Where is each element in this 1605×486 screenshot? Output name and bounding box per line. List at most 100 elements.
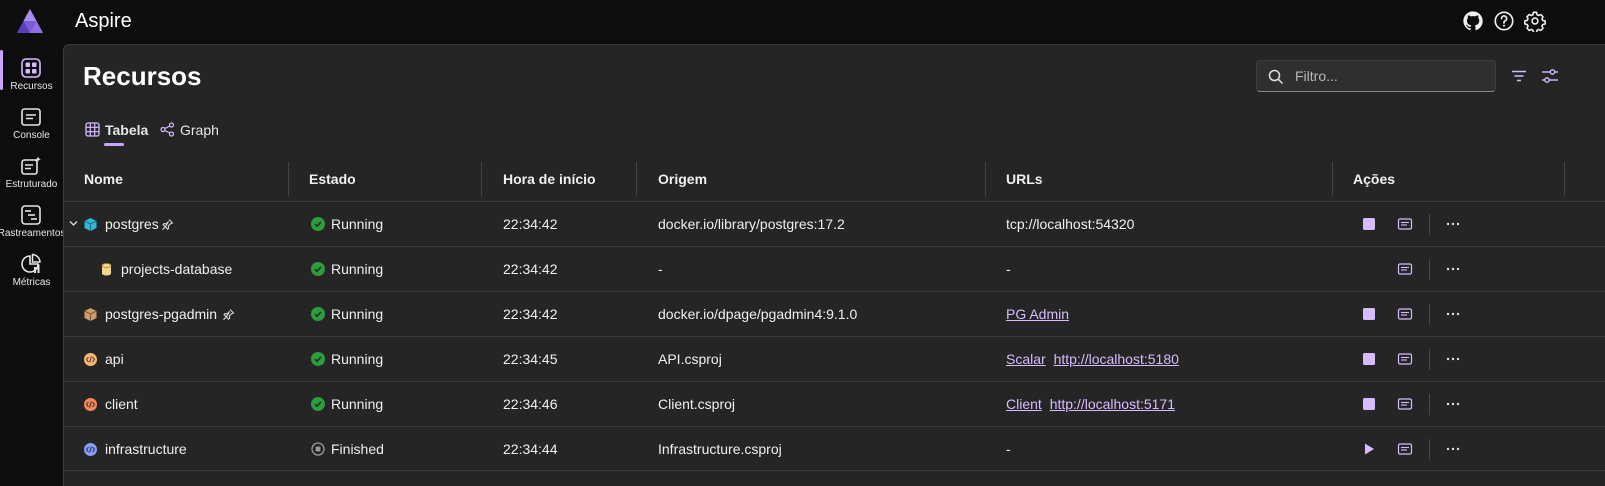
project-icon <box>84 443 97 456</box>
tab-selected-indicator <box>104 143 124 146</box>
nav-item-rastreamentos[interactable]: Rastreamentos <box>0 197 65 245</box>
table-row[interactable]: projects-database Running 22:34:42 - - <box>64 246 1605 291</box>
console-logs-icon[interactable] <box>1397 351 1413 367</box>
resource-name[interactable]: infrastructure <box>105 427 187 472</box>
database-icon <box>101 263 112 276</box>
filter-input[interactable] <box>1295 66 1485 86</box>
console-logs-icon[interactable] <box>1397 261 1413 277</box>
start-time: 22:34:42 <box>503 306 558 322</box>
stop-square-icon[interactable] <box>1361 306 1377 322</box>
column-header-nome[interactable]: Nome <box>84 158 123 200</box>
settings-sliders-icon[interactable] <box>1541 67 1559 85</box>
column-resize-handle[interactable] <box>1564 162 1565 196</box>
filter-lines-icon[interactable] <box>1510 67 1528 85</box>
search-icon <box>1268 69 1284 85</box>
table-row[interactable]: client Running 22:34:46 Client.csproj Cl… <box>64 381 1605 426</box>
action-divider <box>1429 394 1430 415</box>
help-icon[interactable] <box>1493 10 1515 32</box>
nav-label: Recursos <box>10 81 53 92</box>
start-time: 22:34:45 <box>503 351 558 367</box>
nav-item-recursos[interactable]: Recursos <box>0 50 63 98</box>
tab-graph[interactable]: Graph <box>160 120 230 148</box>
resource-name[interactable]: postgres <box>105 202 159 247</box>
running-check-icon <box>311 217 325 231</box>
traces-icon <box>21 205 41 225</box>
column-header-urls[interactable]: URLs <box>1006 158 1043 200</box>
state-text: Running <box>331 306 384 322</box>
console-logs-icon[interactable] <box>1397 306 1413 322</box>
nav-item-estruturado[interactable]: Estruturado <box>0 148 63 196</box>
resource-name[interactable]: postgres-pgadmin <box>105 292 217 337</box>
source-text: Infrastructure.csproj <box>658 441 782 457</box>
url-link-localhost[interactable]: http://localhost:5180 <box>1054 351 1179 367</box>
state-text: Running <box>331 396 384 412</box>
nav-label: Métricas <box>12 277 51 288</box>
resources-grid-icon <box>21 58 41 78</box>
console-logs-icon[interactable] <box>1397 396 1413 412</box>
url-link-scalar[interactable]: Scalar <box>1006 351 1046 367</box>
filter-search-box[interactable] <box>1256 60 1496 92</box>
table-row[interactable]: infrastructure Finished 22:34:44 Infrast… <box>64 426 1605 471</box>
more-options-icon[interactable] <box>1445 261 1461 277</box>
resource-name[interactable]: projects-database <box>121 247 232 292</box>
action-divider <box>1429 349 1430 370</box>
chevron-down-icon[interactable] <box>68 218 79 229</box>
column-header-hora-inicio[interactable]: Hora de início <box>503 158 596 200</box>
aspire-logo-icon[interactable] <box>15 7 45 35</box>
top-bar: Aspire <box>0 0 1605 44</box>
pin-icon[interactable] <box>222 308 235 321</box>
column-resize-handle[interactable] <box>481 162 482 196</box>
nav-label: Estruturado <box>5 179 58 190</box>
resource-name[interactable]: client <box>105 382 138 427</box>
github-icon[interactable] <box>1462 10 1484 32</box>
url-text[interactable]: tcp://localhost:54320 <box>1006 202 1134 247</box>
column-resize-handle[interactable] <box>1332 162 1333 196</box>
state-text: Running <box>331 216 384 232</box>
more-options-icon[interactable] <box>1445 306 1461 322</box>
console-logs-icon[interactable] <box>1397 216 1413 232</box>
source-text: Client.csproj <box>658 396 736 412</box>
more-options-icon[interactable] <box>1445 216 1461 232</box>
source-text: API.csproj <box>658 351 722 367</box>
stop-square-icon[interactable] <box>1361 396 1377 412</box>
page-title: Recursos <box>83 61 202 91</box>
more-options-icon[interactable] <box>1445 351 1461 367</box>
project-icon <box>84 353 97 366</box>
tab-tabela[interactable]: Tabela <box>85 120 155 148</box>
action-divider <box>1429 439 1430 460</box>
console-icon <box>21 108 41 126</box>
source-text: - <box>658 261 663 277</box>
app-title: Aspire <box>75 10 132 32</box>
nav-label: Console <box>13 130 50 141</box>
column-resize-handle[interactable] <box>288 162 289 196</box>
nav-item-console[interactable]: Console <box>0 99 63 147</box>
more-options-icon[interactable] <box>1445 441 1461 457</box>
running-check-icon <box>311 262 325 276</box>
metrics-icon <box>21 253 41 273</box>
stop-square-icon[interactable] <box>1361 216 1377 232</box>
url-link-pg-admin[interactable]: PG Admin <box>1006 306 1069 322</box>
table-row[interactable]: postgres Running 22:34:42 docker.io/libr… <box>64 201 1605 246</box>
running-check-icon <box>311 397 325 411</box>
more-options-icon[interactable] <box>1445 396 1461 412</box>
console-logs-icon[interactable] <box>1397 441 1413 457</box>
resource-name[interactable]: api <box>105 337 124 382</box>
action-divider <box>1429 214 1430 235</box>
pin-icon[interactable] <box>161 218 174 231</box>
settings-gear-icon[interactable] <box>1524 10 1546 32</box>
graph-icon <box>160 122 175 137</box>
table-row[interactable]: api Running 22:34:45 API.csproj Scalar h… <box>64 336 1605 381</box>
column-resize-handle[interactable] <box>985 162 986 196</box>
play-start-icon[interactable] <box>1361 441 1377 457</box>
state-text: Running <box>331 351 384 367</box>
column-header-origem[interactable]: Origem <box>658 158 707 200</box>
source-text: docker.io/library/postgres:17.2 <box>658 216 845 232</box>
column-resize-handle[interactable] <box>636 162 637 196</box>
nav-item-metricas[interactable]: Métricas <box>0 246 63 294</box>
url-link-client[interactable]: Client <box>1006 396 1042 412</box>
table-row[interactable]: postgres-pgadmin Running 22:34:42 docker… <box>64 291 1605 336</box>
stop-square-icon[interactable] <box>1361 351 1377 367</box>
url-link-localhost[interactable]: http://localhost:5171 <box>1050 396 1175 412</box>
main-panel: Recursos Tabela <box>63 44 1605 486</box>
column-header-estado[interactable]: Estado <box>309 158 356 200</box>
